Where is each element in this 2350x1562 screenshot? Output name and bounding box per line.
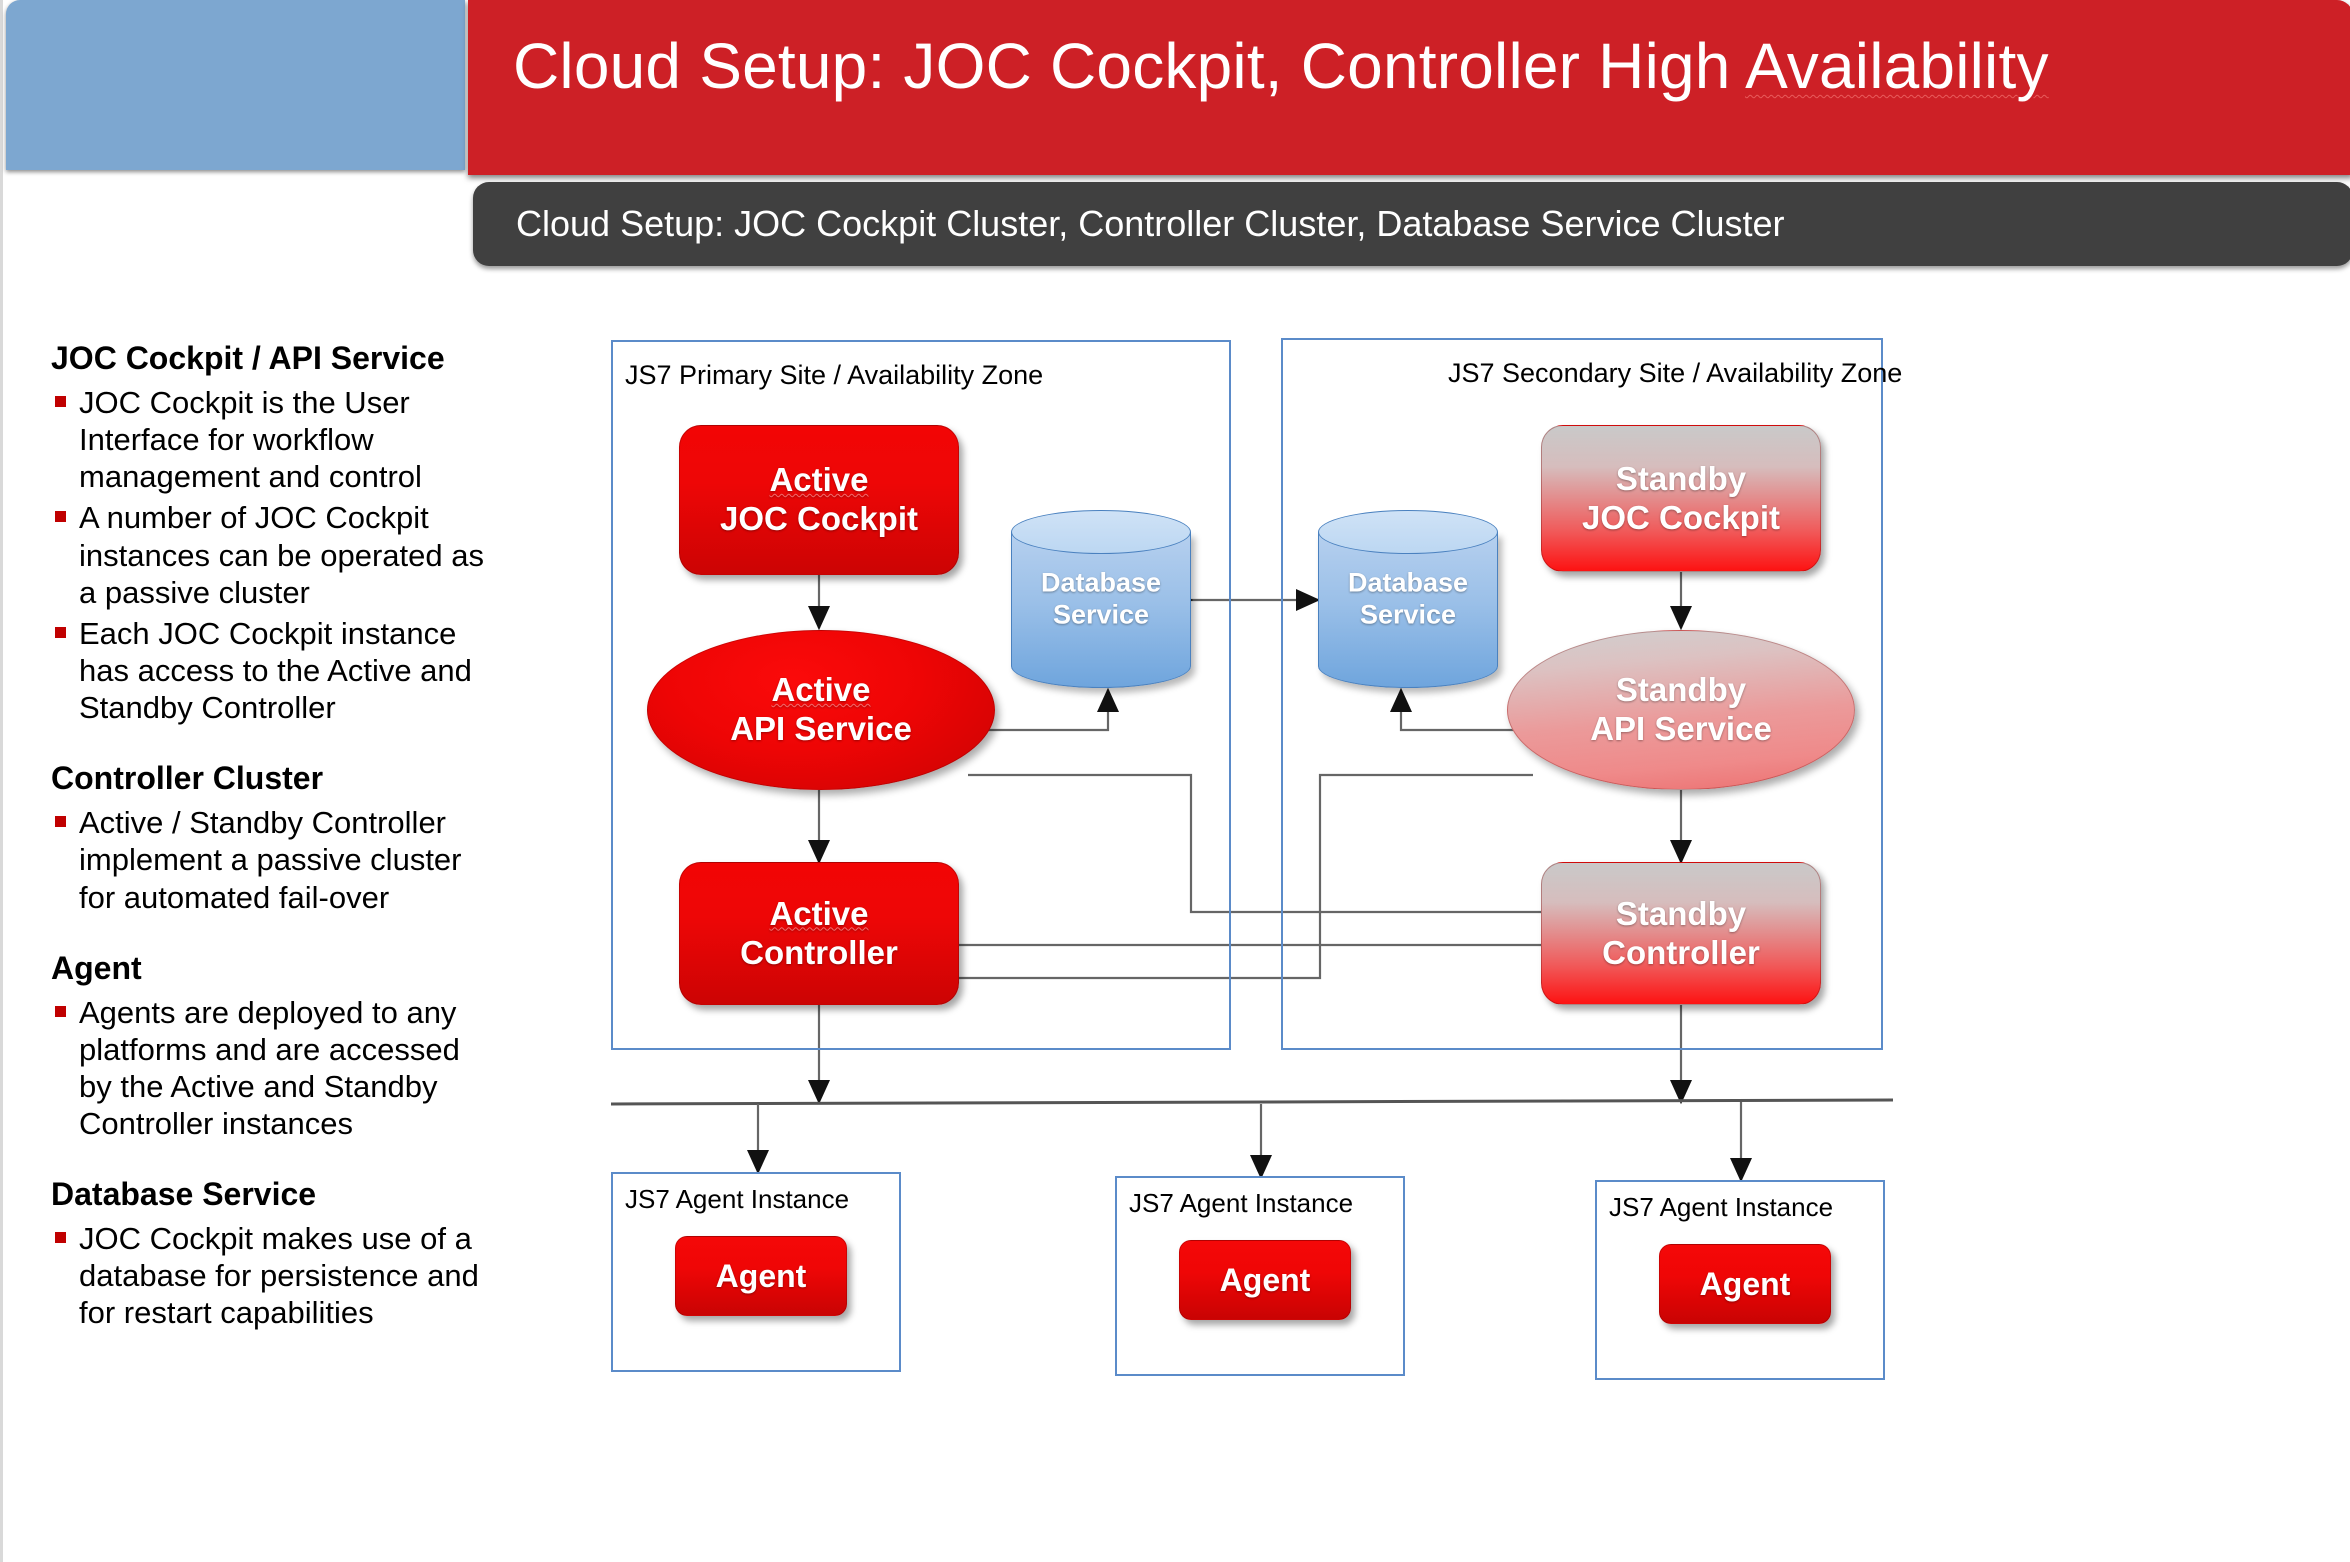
agent-label: Agent xyxy=(1699,1265,1791,1302)
cylinder-label: Database Service xyxy=(1011,567,1191,632)
node-line-1: Active xyxy=(771,671,871,709)
sidebar-heading: Database Service xyxy=(51,1176,317,1213)
node-line-1: Database xyxy=(1347,567,1469,598)
edge-standby-api-to-active-controller xyxy=(905,773,1533,989)
agent-instance-caption: JS7 Agent Instance xyxy=(1609,1192,1834,1222)
bullet-icon xyxy=(55,816,66,828)
node-standby-controller[interactable]: Standby Controller xyxy=(1541,862,1821,1005)
sidebar-group-joc: JOC Cockpit / API Service JOC Cockpit is… xyxy=(51,340,491,726)
list-item: Agents are deployed to any platforms and… xyxy=(51,994,491,1143)
agent-instance-box-1[interactable]: JS7 Agent Instance Agent xyxy=(611,1172,901,1372)
edge-active-api-to-db xyxy=(968,687,1119,732)
node-line-1: Standby xyxy=(1615,671,1747,709)
agent-bus-line xyxy=(610,1098,1894,1106)
list-item-text: A number of JOC Cockpit instances can be… xyxy=(79,500,484,610)
page-title-main: Cloud Setup: JOC Cockpit, Controller Hig… xyxy=(513,30,1746,102)
cylinder-top xyxy=(1318,510,1498,554)
node-line-2: API Service xyxy=(1590,710,1772,747)
cylinder-body xyxy=(1011,532,1191,688)
agent-label: Agent xyxy=(715,1257,807,1294)
list-item-text: Active / Standby Controller implement a … xyxy=(79,805,462,915)
node-standby-joc-cockpit[interactable]: Standby JOC Cockpit xyxy=(1541,425,1821,572)
sidebar-group-agent: Agent Agents are deployed to any platfor… xyxy=(51,950,491,1143)
subtitle-bar: Cloud Setup: JOC Cockpit Cluster, Contro… xyxy=(473,182,2350,266)
agent-label: Agent xyxy=(1219,1261,1311,1298)
agent-chip-3[interactable]: Agent xyxy=(1659,1244,1831,1324)
agent-instance-caption: JS7 Agent Instance xyxy=(1129,1188,1354,1218)
node-line-2: JOC Cockpit xyxy=(1581,498,1781,536)
node-active-api-service[interactable]: Active API Service xyxy=(647,630,995,790)
page-title-emphasis: Availability xyxy=(1745,30,2049,102)
cylinder-body xyxy=(1318,532,1498,688)
primary-site-label: JS7 Primary Site / Availability Zone xyxy=(625,360,1044,390)
agent-chip-1[interactable]: Agent xyxy=(675,1236,847,1316)
node-line-2: API Service xyxy=(730,710,912,747)
bullet-icon xyxy=(55,1232,66,1243)
node-line-2: Service xyxy=(1359,600,1457,630)
sidebar-heading: Controller Cluster xyxy=(51,760,324,797)
page-subtitle: Cloud Setup: JOC Cockpit Cluster, Contro… xyxy=(516,203,1785,244)
header-blue-panel xyxy=(6,0,465,170)
node-database-service-secondary[interactable]: Database Service xyxy=(1318,510,1498,688)
slide-canvas: Cloud Setup: JOC Cockpit, Controller Hig… xyxy=(0,0,2350,1562)
node-line-2: JOC Cockpit xyxy=(719,500,919,537)
list-item-text: JOC Cockpit is the User Interface for wo… xyxy=(79,384,422,495)
node-line-1: Standby xyxy=(1615,459,1747,497)
page-title: Cloud Setup: JOC Cockpit, Controller Hig… xyxy=(513,34,2049,98)
agent-instance-box-2[interactable]: JS7 Agent Instance Agent xyxy=(1115,1176,1405,1376)
node-line-1: Standby xyxy=(1615,894,1747,932)
edge-standby-api-to-db xyxy=(1390,687,1533,732)
sidebar-notes: JOC Cockpit / API Service JOC Cockpit is… xyxy=(51,340,491,1366)
sidebar-heading: JOC Cockpit / API Service xyxy=(51,340,445,376)
list-item-text: JOC Cockpit makes use of a database for … xyxy=(79,1221,479,1331)
primary-site-box xyxy=(611,340,1231,1050)
node-line-2: Controller xyxy=(740,933,898,971)
node-line-2: Controller xyxy=(1602,933,1760,971)
sidebar-group-database: Database Service JOC Cockpit makes use o… xyxy=(51,1176,491,1331)
agent-instance-caption: JS7 Agent Instance xyxy=(625,1184,850,1214)
list-item: Active / Standby Controller implement a … xyxy=(51,804,491,916)
node-database-service-primary[interactable]: Database Service xyxy=(1011,510,1191,688)
node-line-1: Database xyxy=(1040,567,1162,598)
node-line-2: Service xyxy=(1052,600,1150,630)
node-line-1: Active xyxy=(769,894,869,932)
sidebar-heading: Agent xyxy=(51,949,142,986)
list-item: A number of JOC Cockpit instances can be… xyxy=(51,499,491,611)
list-item-text: Each JOC Cockpit instance has access to … xyxy=(79,615,472,726)
secondary-site-box xyxy=(1281,338,1883,1050)
node-active-controller[interactable]: Active Controller xyxy=(679,862,959,1005)
bullet-icon xyxy=(55,626,66,638)
title-bar: Cloud Setup: JOC Cockpit, Controller Hig… xyxy=(468,0,2350,175)
agent-chip-2[interactable]: Agent xyxy=(1179,1240,1351,1320)
bullet-icon xyxy=(55,395,66,407)
list-item: JOC Cockpit is the User Interface for wo… xyxy=(51,384,491,496)
node-line-1: Active xyxy=(769,461,869,499)
agent-instance-box-3[interactable]: JS7 Agent Instance Agent xyxy=(1595,1180,1885,1380)
secondary-site-label: JS7 Secondary Site / Availability Zone xyxy=(1448,358,1903,388)
edge-active-api-to-standby-controller xyxy=(968,773,1598,923)
list-item-text: Agents are deployed to any platforms and… xyxy=(79,994,460,1142)
cylinder-label: Database Service xyxy=(1318,567,1498,632)
cylinder-top xyxy=(1011,510,1191,554)
node-standby-api-service[interactable]: Standby API Service xyxy=(1507,630,1855,790)
list-item: Each JOC Cockpit instance has access to … xyxy=(51,615,491,727)
bullet-icon xyxy=(55,511,66,523)
list-item: JOC Cockpit makes use of a database for … xyxy=(51,1220,491,1332)
sidebar-group-controller: Controller Cluster Active / Standby Cont… xyxy=(51,760,491,915)
bullet-icon xyxy=(55,1005,66,1017)
node-active-joc-cockpit[interactable]: Active JOC Cockpit xyxy=(679,425,959,575)
